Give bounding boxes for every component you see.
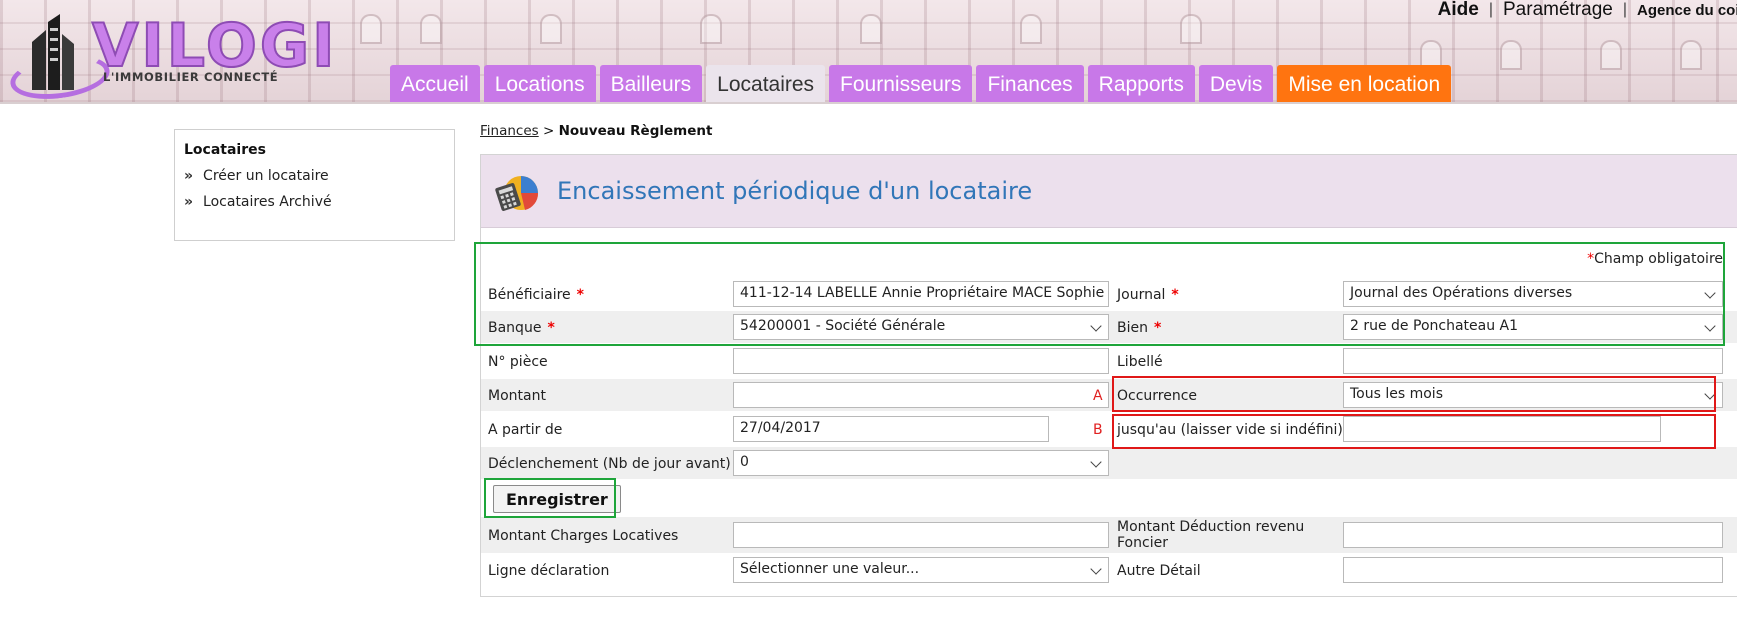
journal-label-text: Journal: [1117, 287, 1166, 303]
panel-header: Encaissement périodique d'un locataire: [481, 155, 1737, 228]
parametrage-link[interactable]: Paramétrage: [1503, 0, 1613, 21]
sidebar-title: Locataires: [184, 142, 266, 158]
page-title: Encaissement périodique d'un locataire: [557, 177, 1033, 205]
annotation-marker-b: B: [1093, 422, 1103, 438]
required-star: *: [1153, 320, 1162, 336]
required-star: *: [1171, 287, 1179, 303]
occurrence-select[interactable]: Tous les mois: [1343, 382, 1723, 408]
form-row-dates: A partir de 27/04/2017 B jusqu'au (laiss…: [481, 413, 1737, 445]
required-star: *: [576, 287, 584, 303]
banque-label-text: Banque: [488, 320, 542, 336]
save-button[interactable]: Enregistrer: [493, 485, 621, 513]
deduction-input[interactable]: [1343, 522, 1723, 548]
aide-link[interactable]: Aide: [1438, 0, 1479, 21]
breadcrumb: Finances > Nouveau Règlement: [480, 123, 712, 139]
nav-tab-finances[interactable]: Finances: [976, 65, 1084, 102]
facade-decoration: [1600, 40, 1622, 70]
montant-input[interactable]: [733, 382, 1109, 408]
beneficiaire-label-text: Bénéficiaire: [488, 287, 571, 303]
jusquau-label: jusqu'au (laisser vide si indéfini): [1117, 422, 1343, 438]
facade-decoration: [1680, 40, 1702, 70]
annotation-marker-a: A: [1093, 388, 1103, 404]
logo-wordmark: VILOGI: [91, 11, 338, 81]
top-link-separator: |: [1488, 1, 1493, 18]
top-link-separator: |: [1622, 1, 1627, 18]
beneficiaire-input[interactable]: 411-12-14 LABELLE Annie Propriétaire MAC…: [733, 281, 1109, 307]
vilogi-logo[interactable]: VILOGI L'IMMOBILIER CONNECTÉ: [7, 4, 335, 102]
facade-decoration: [1020, 14, 1042, 44]
required-note-text: Champ obligatoire: [1594, 251, 1723, 267]
libelle-input[interactable]: [1343, 348, 1723, 374]
num-piece-label: N° pièce: [488, 354, 548, 370]
nav-tab-bailleurs[interactable]: Bailleurs: [599, 65, 703, 102]
app-header: VILOGI L'IMMOBILIER CONNECTÉ Aide | Para…: [0, 0, 1737, 104]
form-row-banque: Banque * 54200001 - Société Générale Bien…: [481, 311, 1737, 343]
autre-detail-input[interactable]: [1343, 557, 1723, 583]
sidebar-item-label: Locataires Archivé: [203, 194, 332, 210]
a-partir-de-label: A partir de: [488, 422, 563, 438]
facade-decoration: [1500, 40, 1522, 70]
occurrence-label: Occurrence: [1117, 388, 1198, 404]
ligne-declaration-label: Ligne déclaration: [488, 563, 610, 579]
facade-decoration: [700, 14, 722, 44]
sidebar-item-label: Créer un locataire: [203, 168, 329, 184]
form-row-save: Enregistrer: [481, 481, 1737, 517]
main-nav: Accueil Locations Bailleurs Locataires F…: [390, 65, 1452, 102]
facade-decoration: [360, 14, 382, 44]
breadcrumb-finances-link[interactable]: Finances: [480, 123, 539, 139]
sidebar-item-locataires-archive[interactable]: » Locataires Archivé: [184, 194, 445, 210]
autre-detail-label: Autre Détail: [1117, 563, 1201, 579]
facade-decoration: [1180, 14, 1202, 44]
declenchement-label: Déclenchement (Nb de jour avant): [488, 456, 731, 472]
ligne-declaration-select[interactable]: Sélectionner une valeur...: [733, 557, 1109, 583]
journal-select[interactable]: Journal des Opérations diverses: [1343, 281, 1723, 307]
nav-tab-mise-en-location[interactable]: Mise en location: [1277, 65, 1452, 102]
calculator-chart-icon: [495, 176, 539, 211]
form-panel: Encaissement périodique d'un locataire *…: [480, 154, 1737, 597]
required-note: *Champ obligatoire: [1587, 251, 1723, 267]
form-row-beneficiaire: Bénéficiaire * 411-12-14 LABELLE Annie Pr…: [481, 278, 1737, 310]
banque-select[interactable]: 54200001 - Société Générale: [733, 314, 1109, 340]
a-partir-de-input[interactable]: 27/04/2017: [733, 416, 1049, 442]
charges-input[interactable]: [733, 522, 1109, 548]
form-row-ligne-declaration: Ligne déclaration Sélectionner une valeu…: [481, 554, 1737, 586]
bien-label-text: Bien: [1117, 320, 1148, 336]
form-row-piece: N° pièce Libellé: [481, 345, 1737, 377]
double-chevron-icon: »: [184, 194, 194, 210]
jusquau-input[interactable]: [1343, 416, 1661, 442]
form-row-declenchement: Déclenchement (Nb de jour avant) 0: [481, 447, 1737, 479]
nav-tab-fournisseurs[interactable]: Fournisseurs: [829, 65, 973, 102]
facade-decoration: [540, 14, 562, 44]
declenchement-select[interactable]: 0: [733, 450, 1109, 476]
bien-select[interactable]: 2 rue de Ponchateau A1: [1343, 314, 1723, 340]
nav-tab-rapports[interactable]: Rapports: [1087, 65, 1195, 102]
breadcrumb-separator: >: [542, 123, 555, 139]
beneficiaire-label: Bénéficiaire *: [488, 287, 584, 303]
libelle-label: Libellé: [1117, 354, 1163, 370]
sidebar: Locataires » Créer un locataire » Locata…: [174, 129, 455, 241]
breadcrumb-current: Nouveau Règlement: [558, 123, 713, 139]
journal-label: Journal *: [1117, 287, 1179, 303]
double-chevron-icon: »: [184, 168, 194, 184]
form-row-charges: Montant Charges Locatives Montant Déduct…: [481, 517, 1737, 553]
top-links: Aide | Paramétrage | Agence du coi: [1438, 0, 1737, 20]
charges-label: Montant Charges Locatives: [488, 528, 679, 544]
nav-tab-devis[interactable]: Devis: [1198, 65, 1274, 102]
logo-tagline: L'IMMOBILIER CONNECTÉ: [103, 70, 279, 84]
bien-label: Bien *: [1117, 320, 1161, 336]
banque-label: Banque *: [488, 320, 555, 336]
required-star: *: [547, 320, 555, 336]
deduction-label: Montant Déduction revenu Foncier: [1117, 519, 1305, 551]
nav-tab-accueil[interactable]: Accueil: [390, 65, 480, 102]
facade-decoration: [420, 14, 442, 44]
form-row-montant: Montant A Occurrence Tous les mois: [481, 379, 1737, 411]
facade-decoration: [860, 14, 882, 44]
nav-tab-locataires[interactable]: Locataires: [706, 65, 826, 102]
agency-link[interactable]: Agence du coi: [1637, 2, 1737, 19]
sidebar-item-creer-locataire[interactable]: » Créer un locataire: [184, 168, 445, 184]
num-piece-input[interactable]: [733, 348, 1109, 374]
montant-label: Montant: [488, 388, 546, 404]
nav-tab-locations[interactable]: Locations: [483, 65, 596, 102]
